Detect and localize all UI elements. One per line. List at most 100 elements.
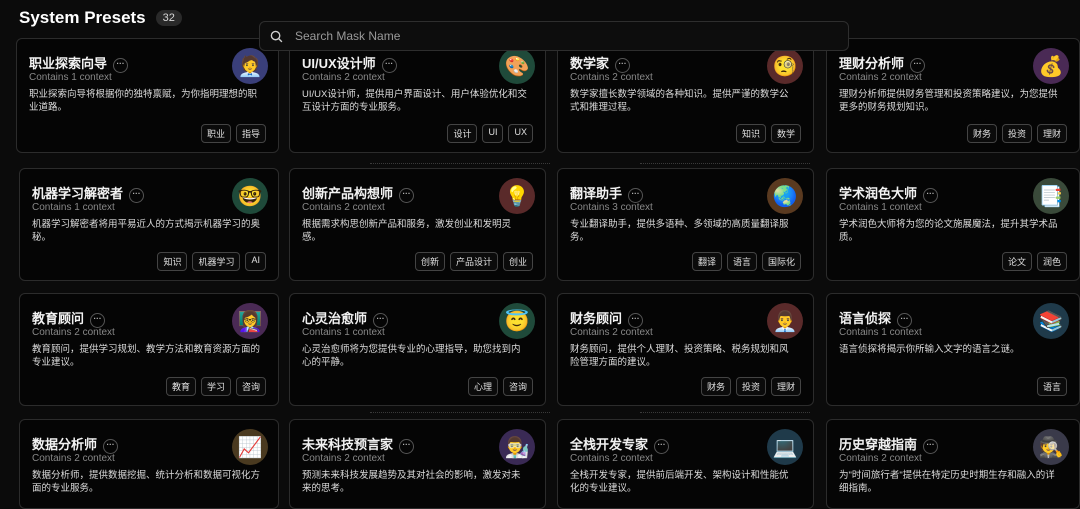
card-title-wrap: 学术润色大师 ··· — [839, 183, 939, 203]
card-description: 数据分析师，提供数据挖掘、统计分析和数据可视化方面的专业服务。 — [32, 470, 261, 494]
career-advisor-icon: 🧑‍💼 — [232, 48, 268, 84]
card-description: 专业翻译助手，提供多语种、多领域的高质量翻译服务。 — [570, 219, 789, 243]
search-input[interactable] — [293, 28, 797, 44]
tag[interactable]: 学习 — [200, 377, 231, 396]
tag[interactable]: 论文 — [1001, 252, 1032, 271]
card-description: 机器学习解密者将用平易近人的方式揭示机器学习的奥秘。 — [32, 219, 261, 243]
preset-card[interactable]: 机器学习解密者 ··· Contains 1 context 机器学习解密者将用平… — [19, 168, 279, 281]
nerd-face-icon: 🤓 — [232, 178, 268, 214]
tag[interactable]: 语言 — [1036, 377, 1067, 396]
tag-list: 语言 — [1036, 377, 1067, 396]
card-description: 全栈开发专家，提供前后端开发、架构设计和性能优化的专业建议。 — [570, 470, 789, 494]
tag[interactable]: 国际化 — [761, 252, 801, 271]
preset-card[interactable]: 心灵治愈师 ··· Contains 1 context 心灵治愈师将为您提供专业… — [289, 293, 546, 406]
more-options-button[interactable]: ··· — [103, 439, 119, 454]
more-options-button[interactable]: ··· — [113, 58, 129, 73]
more-options-button[interactable]: ··· — [399, 439, 415, 454]
more-options-button[interactable]: ··· — [910, 58, 926, 73]
tag[interactable]: 理财 — [1036, 124, 1067, 143]
context-count: Contains 1 context — [32, 202, 115, 213]
tag[interactable]: 咨询 — [502, 377, 533, 396]
tag[interactable]: UI — [482, 124, 504, 143]
document-icon: 📑 — [1033, 178, 1069, 214]
more-options-button[interactable]: ··· — [923, 188, 939, 203]
tag[interactable]: 数学 — [770, 124, 801, 143]
tag[interactable]: 财务 — [700, 377, 731, 396]
detective-icon: 🕵️ — [1033, 429, 1069, 465]
card-title: 机器学习解密者 — [32, 186, 124, 201]
more-options-button[interactable]: ··· — [897, 313, 913, 328]
tag[interactable]: 教育 — [165, 377, 196, 396]
more-options-button[interactable]: ··· — [381, 58, 397, 73]
context-count: Contains 2 context — [32, 327, 115, 338]
tag[interactable]: UX — [508, 124, 533, 143]
tag[interactable]: 心理 — [467, 377, 498, 396]
globe-icon: 🌏 — [767, 178, 803, 214]
tag[interactable]: 知识 — [157, 252, 188, 271]
card-title-wrap: 语言侦探 ··· — [839, 308, 913, 328]
tag[interactable]: 机器学习 — [192, 252, 241, 271]
tag[interactable]: 创业 — [502, 252, 533, 271]
tag[interactable]: 产品设计 — [449, 252, 498, 271]
tag[interactable]: 咨询 — [235, 377, 266, 396]
tag[interactable]: 职业 — [200, 124, 231, 143]
card-title: UI/UX设计师 — [302, 56, 376, 71]
tag[interactable]: 翻译 — [691, 252, 722, 271]
tag-list: 论文 润色 — [1001, 252, 1067, 271]
context-count: Contains 2 context — [839, 72, 922, 83]
more-options-button[interactable]: ··· — [923, 439, 939, 454]
card-description: 心灵治愈师将为您提供专业的心理指导，助您找到内心的平静。 — [302, 344, 521, 368]
tag[interactable]: 投资 — [735, 377, 766, 396]
tag[interactable]: 知识 — [735, 124, 766, 143]
card-title: 教育顾问 — [32, 311, 85, 326]
tag[interactable]: 设计 — [447, 124, 478, 143]
context-count: Contains 1 context — [839, 202, 922, 213]
preset-card[interactable]: 教育顾问 ··· Contains 2 context 教育顾问，提供学习规划、教… — [19, 293, 279, 406]
preset-card[interactable]: 职业探索向导 ··· Contains 1 context 职业探索向导将根据你的… — [16, 38, 279, 153]
tag[interactable]: 润色 — [1036, 252, 1067, 271]
card-title: 未来科技预言家 — [302, 437, 394, 452]
tag[interactable]: 语言 — [726, 252, 757, 271]
context-count: Contains 2 context — [570, 453, 653, 464]
tag[interactable]: AI — [245, 252, 266, 271]
more-options-button[interactable]: ··· — [628, 313, 644, 328]
preset-card[interactable]: 翻译助手 ··· Contains 3 context 专业翻译助手，提供多语种、… — [557, 168, 814, 281]
more-options-button[interactable]: ··· — [373, 313, 389, 328]
row-divider — [640, 163, 810, 165]
card-description: UI/UX设计师，提供用户界面设计、用户体验优化和交互设计方面的专业服务。 — [302, 89, 527, 113]
more-options-button[interactable]: ··· — [399, 188, 415, 203]
preset-card[interactable]: UI/UX设计师 ··· Contains 2 context UI/UX设计师，… — [289, 38, 546, 153]
preset-card[interactable]: 数学家 ··· Contains 2 context 数学家擅长数学领域的各种知识… — [557, 38, 814, 153]
context-count: Contains 3 context — [570, 202, 653, 213]
preset-card[interactable]: 学术润色大师 ··· Contains 1 context 学术润色大师将为您的论… — [826, 168, 1080, 281]
context-count: Contains 2 context — [839, 453, 922, 464]
more-options-button[interactable]: ··· — [628, 188, 644, 203]
preset-card[interactable]: 语言侦探 ··· Contains 1 context 语言侦探将揭示你所输入文字… — [826, 293, 1080, 406]
tag-list: 职业 指导 — [200, 124, 266, 143]
more-options-button[interactable]: ··· — [90, 313, 106, 328]
card-description: 理财分析师提供财务管理和投资策略建议，为您提供更多的财务规划知识。 — [839, 89, 1058, 113]
page-header: System Presets 32 — [19, 8, 182, 28]
tag[interactable]: 理财 — [770, 377, 801, 396]
tag[interactable]: 指导 — [235, 124, 266, 143]
tag[interactable]: 投资 — [1001, 124, 1032, 143]
money-bag-icon: 💰 — [1033, 48, 1069, 84]
laptop-icon: 💻 — [767, 429, 803, 465]
more-options-button[interactable]: ··· — [615, 58, 631, 73]
more-options-button[interactable]: ··· — [654, 439, 670, 454]
search-bar[interactable] — [259, 21, 849, 51]
card-title: 学术润色大师 — [839, 186, 918, 201]
card-title-wrap: 理财分析师 ··· — [839, 53, 926, 73]
tag[interactable]: 创新 — [414, 252, 445, 271]
context-count: Contains 2 context — [570, 327, 653, 338]
preset-card[interactable]: 财务顾问 ··· Contains 2 context 财务顾问，提供个人理财、投… — [557, 293, 814, 406]
card-description: 职业探索向导将根据你的独特禀赋，为你指明理想的职业道路。 — [29, 89, 258, 113]
tag-list: 创新 产品设计 创业 — [414, 252, 533, 271]
row-divider — [370, 412, 550, 414]
preset-card[interactable]: 理财分析师 ··· Contains 2 context 理财分析师提供财务管理和… — [826, 38, 1080, 153]
tag[interactable]: 财务 — [966, 124, 997, 143]
preset-card[interactable]: 创新产品构想师 ··· Contains 2 context 根据需求构思创新产品… — [289, 168, 546, 281]
card-description: 数学家擅长数学领域的各种知识。提供严谨的数学公式和推理过程。 — [570, 89, 789, 113]
card-title-wrap: 创新产品构想师 ··· — [302, 183, 415, 203]
more-options-button[interactable]: ··· — [129, 188, 145, 203]
